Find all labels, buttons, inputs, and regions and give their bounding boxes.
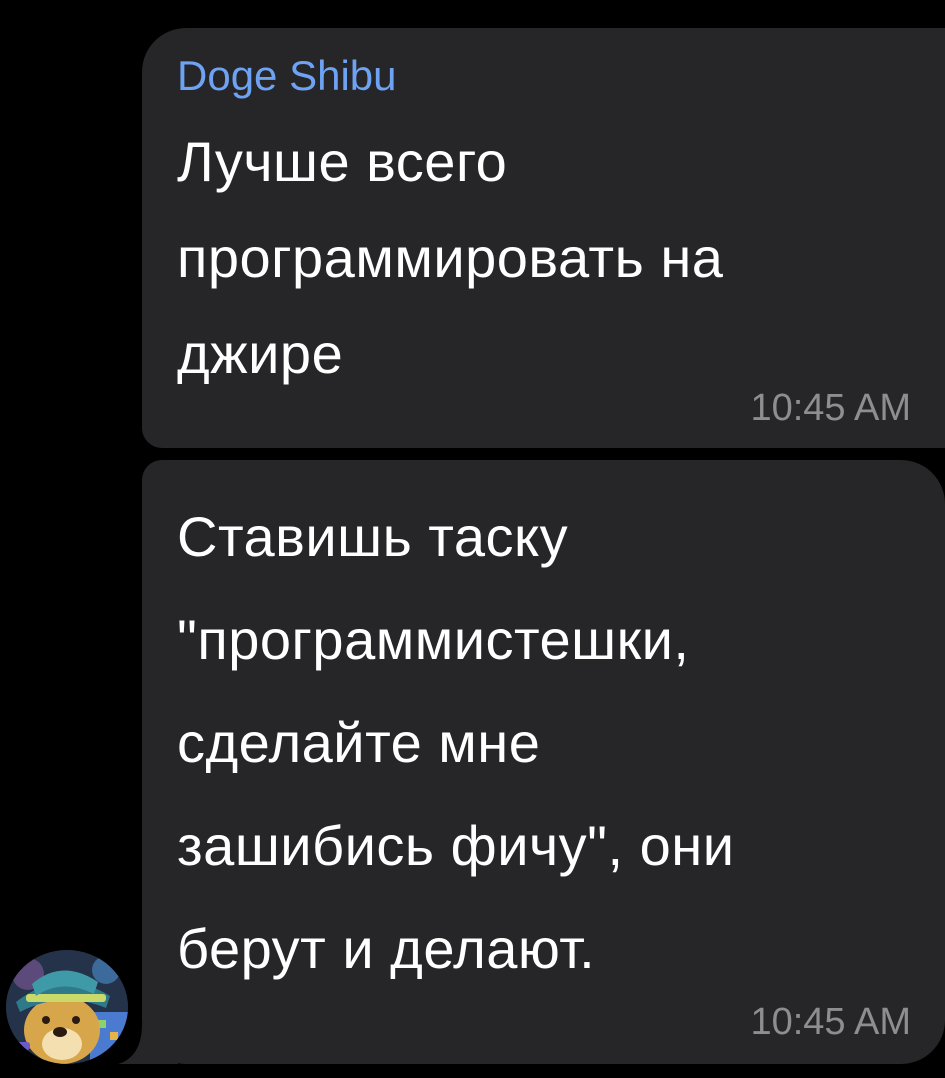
bubble-tail: [118, 1024, 178, 1064]
message-time-2: 10:45 AM: [750, 1001, 911, 1043]
avatar[interactable]: [6, 950, 128, 1064]
message-bubble-2[interactable]: Ставишь таску "программистешки, сделайте…: [142, 460, 945, 1064]
message-text-2: Ставишь таску "программистешки, сделайте…: [177, 505, 735, 980]
message-bubble-1[interactable]: Doge Shibu Лучше всего программировать н…: [142, 28, 945, 448]
doge-avatar-icon: [6, 950, 128, 1064]
message-text-1: Лучше всего программировать на джире: [177, 130, 724, 385]
sender-name[interactable]: Doge Shibu: [177, 50, 925, 102]
message-time-1: 10:45 AM: [750, 387, 911, 429]
